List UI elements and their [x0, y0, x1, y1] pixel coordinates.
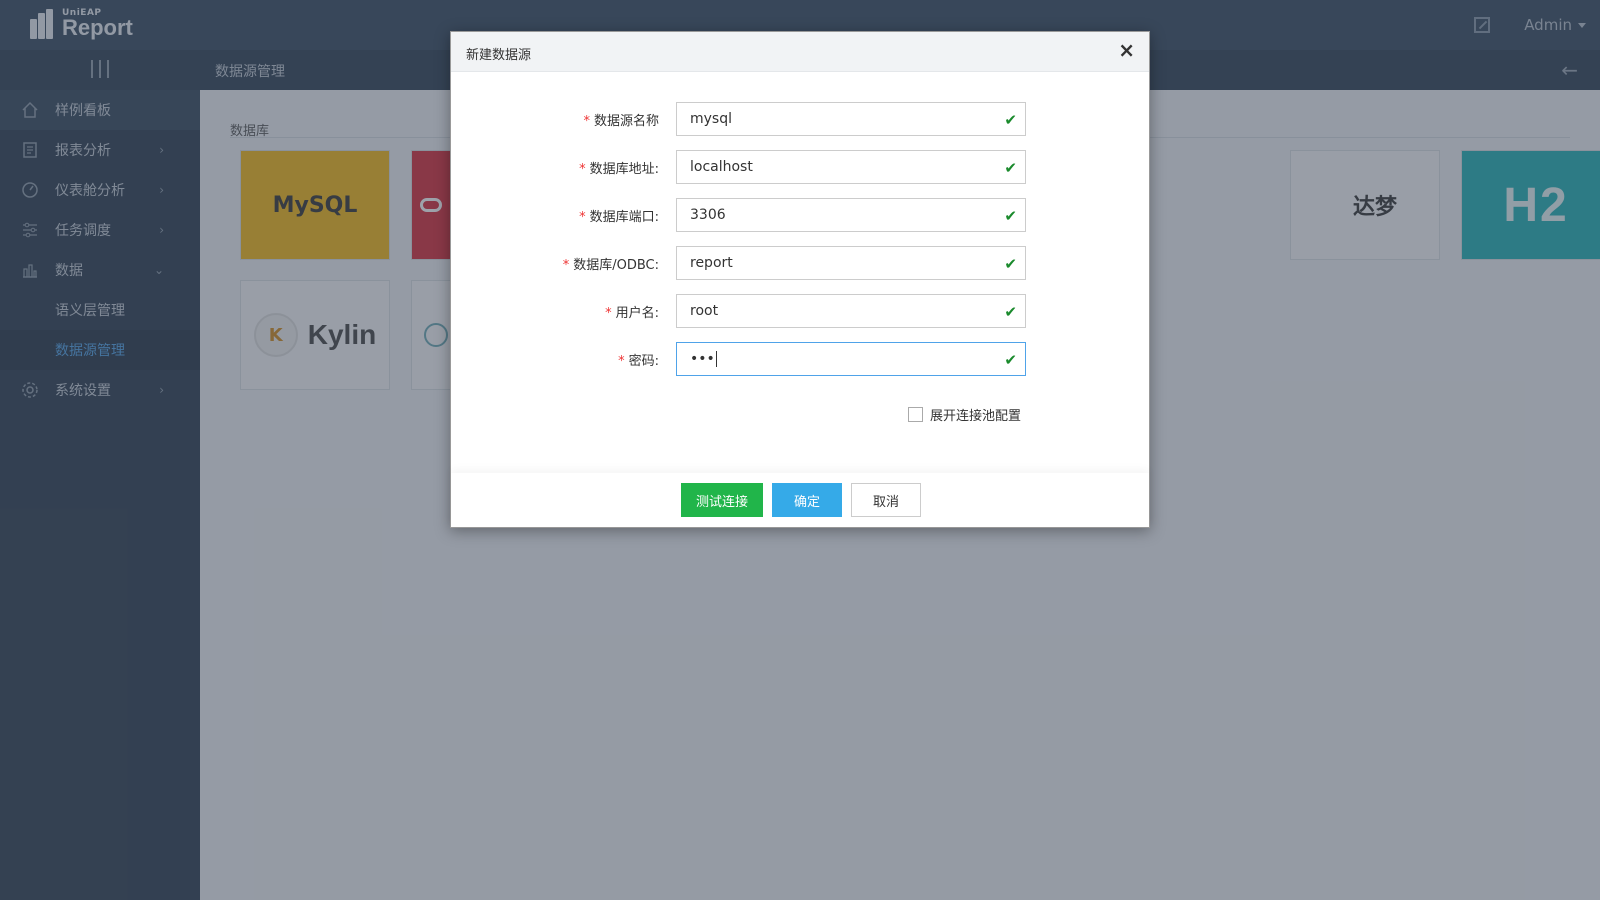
username-input[interactable]: root ✔ — [676, 294, 1026, 328]
pool-config-toggle[interactable]: 展开连接池配置 — [908, 405, 1021, 424]
required-mark: * — [579, 162, 586, 177]
check-icon: ✔ — [1004, 159, 1017, 177]
input-value: ••• — [690, 351, 715, 367]
required-mark: * — [562, 258, 570, 273]
required-mark: * — [583, 114, 590, 129]
field-label: 密码: — [628, 354, 659, 369]
input-value: localhost — [690, 159, 753, 175]
db-port-input[interactable]: 3306 ✔ — [676, 198, 1026, 232]
input-value: report — [690, 255, 733, 271]
close-icon[interactable]: × — [1118, 40, 1135, 60]
dialog-header: 新建数据源 × — [451, 32, 1149, 72]
field-label: 数据库/ODBC: — [573, 258, 659, 273]
input-value: root — [690, 303, 719, 319]
confirm-button[interactable]: 确定 — [772, 483, 842, 517]
form-row-port: * 数据库端口: 3306 ✔ — [451, 198, 1151, 232]
required-mark: * — [579, 210, 586, 225]
input-value: 3306 — [690, 207, 726, 223]
check-icon: ✔ — [1004, 255, 1017, 273]
datasource-name-input[interactable]: mysql ✔ — [676, 102, 1026, 136]
dialog-footer: 测试连接 确定 取消 — [451, 473, 1149, 527]
db-host-input[interactable]: localhost ✔ — [676, 150, 1026, 184]
pool-config-label: 展开连接池配置 — [930, 409, 1022, 424]
pool-config-checkbox[interactable] — [908, 407, 923, 422]
check-icon: ✔ — [1004, 351, 1017, 369]
field-label: 数据源名称 — [593, 114, 659, 129]
field-label: 用户名: — [615, 306, 659, 321]
password-input[interactable]: ••• ✔ — [676, 342, 1026, 376]
form-row-password: * 密码: ••• ✔ — [451, 342, 1151, 376]
form-row-username: * 用户名: root ✔ — [451, 294, 1151, 328]
input-value: mysql — [690, 111, 732, 127]
test-connection-button[interactable]: 测试连接 — [681, 483, 763, 517]
field-label: 数据库地址: — [589, 162, 659, 177]
form-row-database: * 数据库/ODBC: report ✔ — [451, 246, 1151, 280]
cancel-button[interactable]: 取消 — [851, 483, 921, 517]
required-mark: * — [618, 354, 625, 369]
dialog-title: 新建数据源 — [466, 48, 532, 63]
form-row-host: * 数据库地址: localhost ✔ — [451, 150, 1151, 184]
field-label: 数据库端口: — [589, 210, 659, 225]
new-datasource-dialog: 新建数据源 × * 数据源名称 mysql ✔ * 数据库地址: localhost ✔… — [450, 31, 1150, 528]
form-row-name: * 数据源名称 mysql ✔ — [451, 102, 1151, 136]
required-mark: * — [605, 306, 612, 321]
check-icon: ✔ — [1004, 111, 1017, 129]
check-icon: ✔ — [1004, 303, 1017, 321]
db-name-input[interactable]: report ✔ — [676, 246, 1026, 280]
check-icon: ✔ — [1004, 207, 1017, 225]
text-cursor — [715, 351, 717, 367]
